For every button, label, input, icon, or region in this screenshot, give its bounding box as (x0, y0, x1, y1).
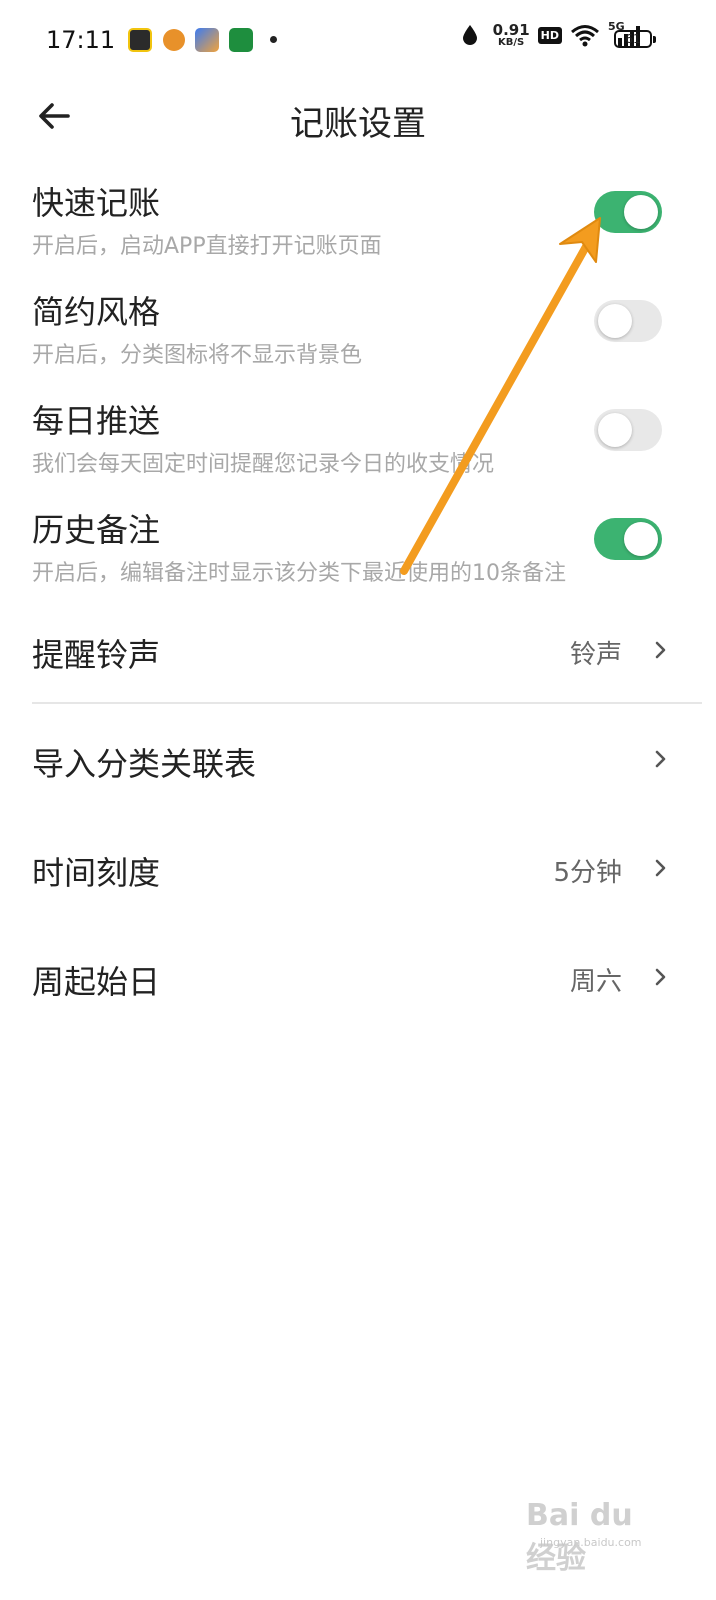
setting-subtitle: 我们会每天固定时间提醒您记录今日的收支情况 (32, 452, 495, 477)
setting-time-scale[interactable]: 时间刻度 5分钟 (0, 818, 716, 918)
history-notes-toggle[interactable] (594, 518, 662, 560)
setting-subtitle: 开启后，分类图标将不显示背景色 (32, 343, 363, 368)
blue-app-icon (195, 28, 219, 52)
setting-value: 5分钟 (553, 858, 622, 888)
net-speed: 0.91 KB/S (492, 20, 530, 48)
setting-title: 提醒铃声 (32, 636, 161, 674)
setting-import-category-table[interactable]: 导入分类关联表 (0, 709, 716, 809)
setting-value: 周六 (569, 967, 622, 997)
top-bar: 记账设置 (0, 80, 716, 152)
chevron-right-icon (655, 968, 666, 986)
watermark-url: jingyan.baidu.com (540, 1536, 642, 1549)
setting-value: 铃声 (569, 640, 622, 670)
water-drop-icon (462, 25, 477, 45)
battery-level: 61 (625, 32, 641, 46)
battery-icon: 61 (614, 30, 656, 48)
status-bar: 17:11 0.91 KB/S HD 5G 61 (0, 0, 716, 80)
setting-title: 快速记账 (32, 184, 161, 222)
setting-week-start-day[interactable]: 周起始日 周六 (0, 927, 716, 1027)
setting-reminder-ringtone[interactable]: 提醒铃声 铃声 (0, 600, 716, 700)
setting-title: 简约风格 (32, 293, 161, 331)
setting-title: 每日推送 (32, 402, 161, 440)
quick-record-toggle[interactable] (594, 191, 662, 233)
hd-badge: HD (537, 26, 562, 44)
setting-subtitle: 开启后，启动APP直接打开记账页面 (32, 234, 382, 259)
wifi-icon (571, 25, 599, 47)
game-app-icon (128, 28, 152, 52)
green-app-icon (229, 28, 253, 52)
baidu-watermark: Bai du 经验 jingyan.baidu.com (526, 1490, 666, 1576)
setting-title: 导入分类关联表 (32, 745, 257, 783)
setting-title: 历史备注 (32, 511, 161, 549)
page-title: 记账设置 (290, 104, 426, 144)
notification-dot-icon (270, 36, 277, 43)
daily-push-toggle[interactable] (594, 409, 662, 451)
setting-subtitle: 开启后，编辑备注时显示该分类下最近使用的10条备注 (32, 561, 566, 586)
chevron-right-icon (655, 859, 666, 877)
section-divider (32, 702, 702, 704)
setting-title: 时间刻度 (32, 854, 161, 892)
chevron-right-icon (655, 641, 666, 659)
status-time: 17:11 (46, 26, 116, 54)
chevron-right-icon (655, 750, 666, 768)
setting-title: 周起始日 (32, 963, 161, 1001)
orange-app-icon (163, 29, 185, 51)
simple-style-toggle[interactable] (594, 300, 662, 342)
